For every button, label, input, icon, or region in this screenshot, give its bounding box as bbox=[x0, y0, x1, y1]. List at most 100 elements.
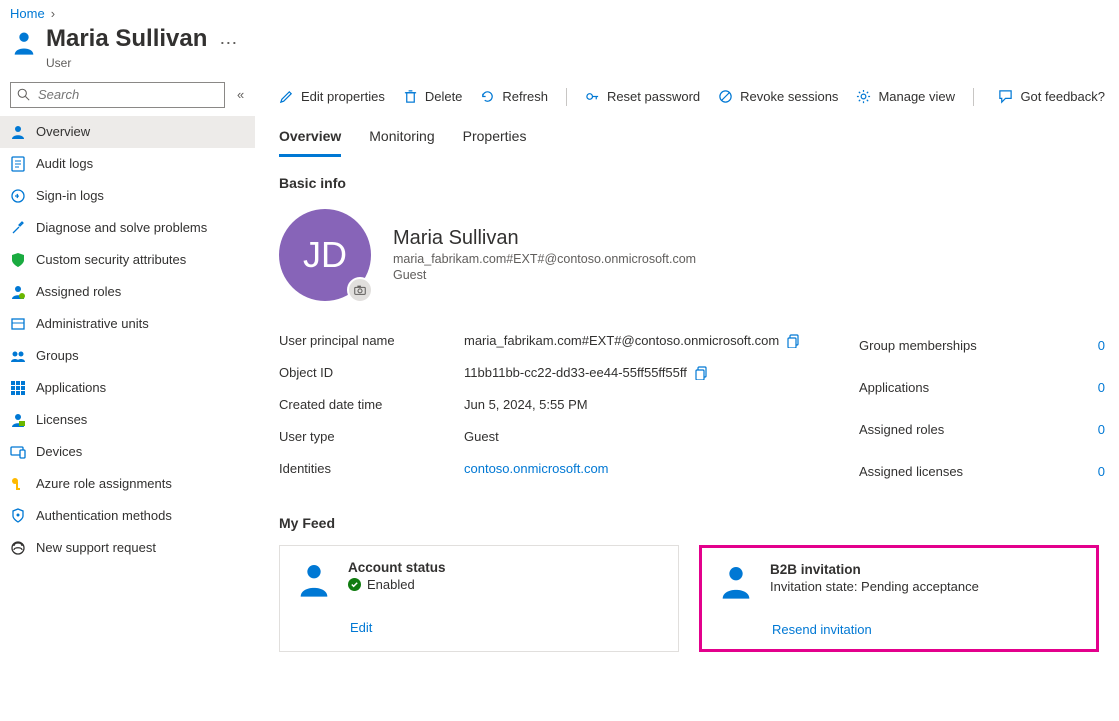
label-created: Created date time bbox=[279, 397, 464, 412]
page-subtitle: User bbox=[46, 56, 207, 70]
apps-icon bbox=[10, 380, 26, 396]
value-usertype: Guest bbox=[464, 429, 499, 444]
link-identities[interactable]: contoso.onmicrosoft.com bbox=[464, 461, 609, 476]
label-objectid: Object ID bbox=[279, 365, 464, 380]
devices-icon bbox=[10, 444, 26, 460]
tab-properties[interactable]: Properties bbox=[463, 122, 527, 157]
status-text: Enabled bbox=[367, 577, 415, 592]
card-b2b-invitation: B2B invitation Invitation state: Pending… bbox=[699, 545, 1099, 652]
card-account-status: Account status Enabled Edit bbox=[279, 545, 679, 652]
sidebar-item-label: Devices bbox=[36, 444, 82, 459]
groups-icon bbox=[10, 348, 26, 364]
wrench-icon bbox=[10, 220, 26, 236]
value-created: Jun 5, 2024, 5:55 PM bbox=[464, 397, 588, 412]
check-icon bbox=[348, 578, 361, 591]
sidebar-item-label: Audit logs bbox=[36, 156, 93, 171]
sidebar-item-auth-methods[interactable]: Authentication methods bbox=[0, 500, 255, 532]
revoke-sessions-button[interactable]: Revoke sessions bbox=[718, 89, 838, 104]
block-icon bbox=[718, 89, 733, 104]
manage-view-button[interactable]: Manage view bbox=[856, 89, 955, 104]
toolbar-label: Revoke sessions bbox=[740, 89, 838, 104]
link-applications[interactable]: 0 bbox=[1081, 380, 1105, 395]
profile-upn: maria_fabrikam.com#EXT#@contoso.onmicros… bbox=[393, 252, 696, 266]
user-icon bbox=[294, 560, 334, 600]
invitation-state: Invitation state: Pending acceptance bbox=[770, 579, 979, 594]
label-assigned-licenses: Assigned licenses bbox=[859, 464, 1081, 479]
tab-monitoring[interactable]: Monitoring bbox=[369, 122, 434, 157]
sidebar-item-label: Diagnose and solve problems bbox=[36, 220, 207, 235]
sidebar-item-diagnose[interactable]: Diagnose and solve problems bbox=[0, 212, 255, 244]
signin-icon bbox=[10, 188, 26, 204]
feedback-icon bbox=[998, 89, 1013, 104]
breadcrumb: Home › bbox=[0, 0, 1119, 23]
sidebar-item-azure-roles[interactable]: Azure role assignments bbox=[0, 468, 255, 500]
shield-icon bbox=[10, 252, 26, 268]
search-icon bbox=[17, 88, 30, 101]
sidebar-item-support[interactable]: New support request bbox=[0, 532, 255, 564]
sidebar-item-label: Authentication methods bbox=[36, 508, 172, 523]
log-icon bbox=[10, 156, 26, 172]
reset-password-button[interactable]: Reset password bbox=[585, 89, 700, 104]
card-title: B2B invitation bbox=[770, 562, 979, 577]
change-photo-button[interactable] bbox=[347, 277, 373, 303]
roles-icon bbox=[10, 284, 26, 300]
trash-icon bbox=[403, 89, 418, 104]
delete-button[interactable]: Delete bbox=[403, 89, 463, 104]
toolbar-label: Edit properties bbox=[301, 89, 385, 104]
edit-properties-button[interactable]: Edit properties bbox=[279, 89, 385, 104]
toolbar-label: Manage view bbox=[878, 89, 955, 104]
link-group-memberships[interactable]: 0 bbox=[1081, 338, 1105, 353]
sidebar-item-label: Groups bbox=[36, 348, 79, 363]
more-actions-button[interactable]: ⋯ bbox=[219, 33, 238, 54]
sidebar-item-custom-security[interactable]: Custom security attributes bbox=[0, 244, 255, 276]
tab-overview[interactable]: Overview bbox=[279, 122, 341, 157]
sidebar-item-devices[interactable]: Devices bbox=[0, 436, 255, 468]
label-group-memberships: Group memberships bbox=[859, 338, 1081, 353]
sidebar-item-label: New support request bbox=[36, 540, 156, 555]
link-assigned-licenses[interactable]: 0 bbox=[1081, 464, 1105, 479]
separator bbox=[973, 88, 974, 106]
pencil-icon bbox=[279, 89, 294, 104]
value-upn: maria_fabrikam.com#EXT#@contoso.onmicros… bbox=[464, 333, 779, 348]
auth-icon bbox=[10, 508, 26, 524]
label-applications: Applications bbox=[859, 380, 1081, 395]
sidebar-item-overview[interactable]: Overview bbox=[0, 116, 255, 148]
search-input[interactable] bbox=[36, 86, 218, 103]
sidebar-item-groups[interactable]: Groups bbox=[0, 340, 255, 372]
toolbar-label: Refresh bbox=[502, 89, 548, 104]
chevron-right-icon: › bbox=[51, 6, 55, 21]
sidebar-item-assigned-roles[interactable]: Assigned roles bbox=[0, 276, 255, 308]
sidebar-item-label: Administrative units bbox=[36, 316, 149, 331]
search-box[interactable] bbox=[10, 82, 225, 108]
sidebar-item-admin-units[interactable]: Administrative units bbox=[0, 308, 255, 340]
collapse-sidebar-button[interactable]: « bbox=[233, 83, 248, 106]
copy-objectid-button[interactable] bbox=[695, 366, 709, 380]
sidebar-item-applications[interactable]: Applications bbox=[0, 372, 255, 404]
copy-upn-button[interactable] bbox=[787, 334, 801, 348]
page-title: Maria Sullivan bbox=[46, 25, 207, 54]
tabs: Overview Monitoring Properties bbox=[279, 122, 1105, 157]
sidebar-item-label: Azure role assignments bbox=[36, 476, 172, 491]
support-icon bbox=[10, 540, 26, 556]
toolbar-label: Got feedback? bbox=[1020, 89, 1105, 104]
breadcrumb-home[interactable]: Home bbox=[10, 6, 45, 21]
sidebar-item-label: Custom security attributes bbox=[36, 252, 186, 267]
person-icon bbox=[10, 124, 26, 140]
card-title: Account status bbox=[348, 560, 446, 575]
link-assigned-roles[interactable]: 0 bbox=[1081, 422, 1105, 437]
key-icon bbox=[585, 89, 600, 104]
sidebar-item-licenses[interactable]: Licenses bbox=[0, 404, 255, 436]
avatar-container: JD bbox=[279, 209, 371, 301]
sidebar-item-label: Assigned roles bbox=[36, 284, 121, 299]
sidebar-item-audit-logs[interactable]: Audit logs bbox=[0, 148, 255, 180]
key-icon bbox=[10, 476, 26, 492]
resend-invitation-link[interactable]: Resend invitation bbox=[772, 622, 872, 637]
sidebar-item-signin-logs[interactable]: Sign-in logs bbox=[0, 180, 255, 212]
label-identities: Identities bbox=[279, 461, 464, 476]
toolbar-label: Delete bbox=[425, 89, 463, 104]
profile-guest-label: Guest bbox=[393, 268, 696, 282]
label-assigned-roles: Assigned roles bbox=[859, 422, 1081, 437]
refresh-button[interactable]: Refresh bbox=[480, 89, 548, 104]
edit-link[interactable]: Edit bbox=[350, 620, 372, 635]
feedback-button[interactable]: Got feedback? bbox=[998, 89, 1105, 104]
